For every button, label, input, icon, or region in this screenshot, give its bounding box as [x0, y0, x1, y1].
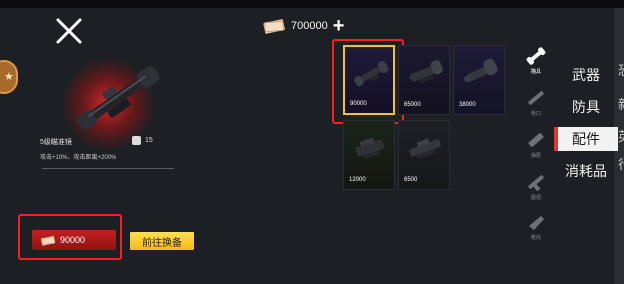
- weight-value: 15: [145, 137, 153, 144]
- grip-icon: [528, 175, 544, 192]
- subcat-label: 枪口: [530, 111, 541, 117]
- item-weight: 15: [132, 136, 153, 145]
- slot-price-value: 38000: [459, 102, 476, 108]
- ticket-icon: [40, 235, 56, 246]
- tab-armor[interactable]: 防具: [554, 95, 618, 119]
- divider: [42, 168, 174, 169]
- ticket-icon: [465, 114, 477, 115]
- scope-icon: [463, 58, 498, 83]
- scope-icon: [526, 47, 546, 65]
- edge-char: 恐: [618, 60, 624, 79]
- slot-price-value: 12000: [349, 177, 366, 183]
- scope-icon: [409, 138, 441, 159]
- slot-price: 90000: [350, 101, 367, 107]
- item-slot[interactable]: 90000: [343, 45, 395, 115]
- subcat-label: 枪托: [530, 235, 541, 241]
- slot-price: 38000: [459, 102, 476, 108]
- price-highlight: 90000: [18, 214, 122, 260]
- subcat-label: 握把: [530, 195, 541, 201]
- weight-icon: [132, 136, 141, 145]
- slot-price-value: 90000: [350, 101, 367, 107]
- scope-icon: [76, 65, 160, 130]
- ticket-icon: [356, 113, 368, 115]
- item-preview: [42, 48, 192, 150]
- buy-price: 90000: [60, 235, 86, 245]
- ticket-icon: [263, 19, 285, 34]
- slot-price: 65000: [404, 102, 421, 108]
- subcat-magazine[interactable]: 弹匣: [520, 130, 552, 166]
- slot-price-value: 6500: [404, 177, 418, 183]
- scope-icon: [409, 60, 443, 84]
- buy-button[interactable]: 90000: [32, 230, 116, 250]
- side-badge[interactable]: ★: [0, 60, 18, 94]
- item-stats: 攻击+10%、攻击距离+200%: [40, 155, 117, 161]
- slot-price: 12000: [349, 177, 366, 183]
- equip-button[interactable]: 前往换备: [130, 232, 194, 250]
- currency-amount: 700000: [291, 20, 328, 32]
- currency-display: 700000 +: [262, 16, 345, 36]
- add-currency-icon[interactable]: +: [333, 16, 345, 36]
- edge-char: 行: [618, 154, 624, 173]
- item-slot[interactable]: 38000: [453, 45, 505, 115]
- edge-char: 新: [618, 94, 624, 113]
- item-slot[interactable]: 6500: [398, 120, 450, 190]
- slot-price-value: 65000: [404, 102, 421, 108]
- tab-weapons[interactable]: 武器: [554, 63, 618, 87]
- subcat-label: 瞄具: [530, 69, 541, 75]
- close-button[interactable]: [52, 14, 86, 48]
- top-bar: [0, 0, 624, 8]
- slot-price: 6500: [404, 177, 417, 183]
- tab-consumables[interactable]: 消耗品: [554, 159, 618, 183]
- item-slot[interactable]: 12000: [343, 120, 395, 190]
- subcat-stock[interactable]: 枪托: [520, 212, 552, 248]
- subcat-scope[interactable]: 瞄具: [520, 46, 552, 82]
- stock-icon: [529, 216, 544, 230]
- edge-char: 英: [618, 126, 624, 145]
- item-slot[interactable]: 65000: [398, 45, 450, 115]
- ticket-icon: [410, 189, 422, 190]
- scope-icon: [355, 137, 385, 160]
- item-name: 5级瞄准镜: [40, 139, 72, 146]
- subcat-muzzle[interactable]: 枪口: [520, 88, 552, 124]
- ticket-icon: [355, 189, 367, 190]
- magazine-icon: [528, 132, 544, 148]
- close-icon: [56, 18, 82, 44]
- scope-icon: [354, 60, 389, 87]
- subcat-grip[interactable]: 握把: [520, 172, 552, 208]
- muzzle-icon: [528, 91, 544, 105]
- ticket-icon: [410, 114, 422, 115]
- badge-icon: ★: [4, 71, 14, 83]
- subcat-label: 弹匣: [530, 153, 541, 159]
- tab-attachments[interactable]: 配件: [554, 127, 618, 151]
